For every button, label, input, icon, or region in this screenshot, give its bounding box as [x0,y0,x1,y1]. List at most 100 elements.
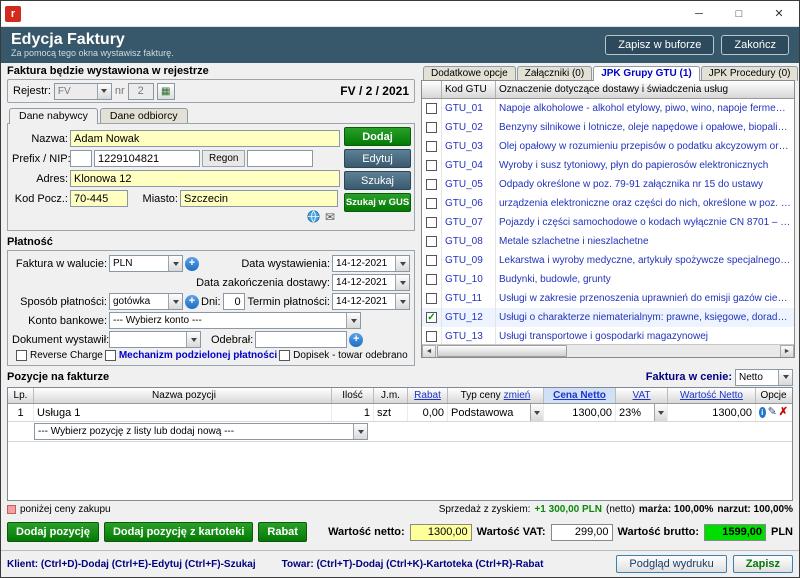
szukaj-gus-button[interactable]: Szukaj w GUS [344,193,411,212]
chevron-down-icon [168,294,182,309]
gtu-row-gtu-04[interactable]: GTU_04Wyroby i susz tytoniowy, płyn do p… [422,156,794,175]
finish-button[interactable]: Zakończ [721,35,789,55]
gtu-row-gtu-03[interactable]: GTU_03Olej opałowy w rozumieniu przepisó… [422,137,794,156]
tab-jpk-grupy-gtu-1[interactable]: JPK Grupy GTU (1) [593,66,700,81]
col-cena-netto-link[interactable]: Cena Netto [544,388,616,403]
edit-icon[interactable]: ✎ [768,407,777,418]
gtu-row-gtu-07[interactable]: GTU_07Pojazdy i części samochodowe o kod… [422,213,794,232]
item-qty[interactable]: 1 [332,404,374,421]
col-vat-link[interactable]: VAT [616,388,668,403]
due-date-picker[interactable]: 14-12-2021 [332,293,410,310]
scrollbar-thumb[interactable] [437,345,567,357]
nazwa-input[interactable] [70,130,340,147]
col-wartosc-netto-link[interactable]: Wartość Netto [668,388,756,403]
register-list-icon[interactable]: ▦ [157,83,175,100]
issue-date-picker[interactable]: 14-12-2021 [332,255,410,272]
save-buffer-button[interactable]: Zapisz w buforze [605,35,714,55]
bank-account-combo[interactable]: --- Wybierz konto --- [109,312,361,329]
gtu-row-gtu-09[interactable]: GTU_09Lekarstwa i wyroby medyczne, artyk… [422,251,794,270]
add-item-button[interactable]: Dodaj pozycję [7,522,99,542]
dodaj-button[interactable]: Dodaj [344,127,411,146]
tab-dane-nabywcy[interactable]: Dane nabywcy [9,108,98,124]
gtu-checkbox[interactable] [422,232,442,251]
item-price-type-combo[interactable]: Podstawowa [448,404,544,421]
add-receiver-button[interactable]: + [349,333,363,347]
gtu-checkbox[interactable] [422,118,442,137]
gtu-horizontal-scrollbar[interactable]: ◄ ► [422,344,794,357]
currency-combo[interactable]: PLN [109,255,183,272]
gtu-row-gtu-11[interactable]: GTU_11Usługi w zakresie przenoszenia upr… [422,289,794,308]
gtu-checkbox[interactable] [422,251,442,270]
receiver-input[interactable] [255,331,347,348]
delivery-end-picker[interactable]: 14-12-2021 [332,274,410,291]
gtu-row-gtu-02[interactable]: GTU_02Benzyny silnikowe i lotnicze, olej… [422,118,794,137]
add-payment-method-button[interactable]: + [185,295,199,309]
gtu-row-gtu-08[interactable]: GTU_08Metale szlachetne i nieszlachetne [422,232,794,251]
gtu-checkbox[interactable] [422,156,442,175]
gtu-row-gtu-12[interactable]: ✓GTU_12Usługi o charakterze niematerialn… [422,308,794,327]
edytuj-button[interactable]: Edytuj [344,149,411,168]
days-input[interactable] [223,293,245,310]
add-item-combo[interactable]: --- Wybierz pozycję z listy lub dodaj no… [34,423,368,440]
scroll-right-icon[interactable]: ► [780,345,794,358]
add-from-catalog-button[interactable]: Dodaj pozycję z kartoteki [104,522,253,542]
save-button[interactable]: Zapisz [733,555,793,573]
maximize-icon[interactable]: □ [719,1,759,26]
info-icon[interactable]: i [759,407,766,418]
miasto-input[interactable] [180,190,338,207]
reverse-charge-checkbox[interactable]: Reverse Charge [16,350,103,361]
items-table: Lp. Nazwa pozycji Ilość J.m. Rabat Typ c… [7,387,793,501]
tab-za-czniki-0[interactable]: Załączniki (0) [517,66,592,81]
payment-method-combo[interactable]: gotówka [109,293,183,310]
gtu-checkbox[interactable] [422,194,442,213]
gtu-checkbox[interactable] [422,289,442,308]
gtu-row-gtu-01[interactable]: GTU_01Napoje alkoholowe - alkohol etylow… [422,99,794,118]
invoice-nr-input[interactable] [128,83,154,100]
tab-jpk-procedury-0[interactable]: JPK Procedury (0) [701,66,799,81]
invoice-item-row[interactable]: 1 Usługa 1 1 szt 0,00 Podstawowa 1300,00… [8,404,792,422]
split-payment-checkbox[interactable]: Mechanizm podzielonej płatności [105,350,277,361]
gtu-checkbox[interactable] [422,99,442,118]
col-rabat-link[interactable]: Rabat [408,388,448,403]
regon-label[interactable]: Regon [202,150,245,167]
scroll-left-icon[interactable]: ◄ [422,345,436,358]
gtu-code: GTU_05 [442,175,496,194]
gtu-row-gtu-10[interactable]: GTU_10Budynki, budowle, grunty [422,270,794,289]
print-preview-button[interactable]: Podgląd wydruku [616,555,726,573]
regon-input[interactable] [247,150,313,167]
minimize-icon[interactable]: ─ [679,1,719,26]
tab-dane-odbiorcy[interactable]: Dane odbiorcy [100,108,188,124]
szukaj-button[interactable]: Szukaj [344,171,411,190]
gtu-description: urządzenia elektroniczne oraz części do … [496,198,794,209]
register-groupbox: Rejestr: FV nr ▦ FV / 2 / 2021 [7,79,415,103]
gtu-row-gtu-06[interactable]: GTU_06urządzenia elektroniczne oraz częś… [422,194,794,213]
netto-total-label: Wartość netto: [328,526,405,538]
prefix-input[interactable] [70,150,92,167]
adres-input[interactable] [70,170,340,187]
rabat-button[interactable]: Rabat [258,522,307,542]
register-combo[interactable]: FV [54,83,112,100]
change-price-type-link[interactable]: zmień [504,390,531,401]
price-mode-combo[interactable]: Netto [735,369,793,386]
goods-received-checkbox[interactable]: Dopisek - towar odebrano [279,350,408,361]
gtu-checkbox[interactable] [422,175,442,194]
email-icon[interactable]: ✉ [325,211,335,223]
gtu-row-gtu-05[interactable]: GTU_05Odpady określone w poz. 79-91 załą… [422,175,794,194]
gtu-checkbox[interactable]: ✓ [422,308,442,327]
delete-icon[interactable]: ✗ [779,407,788,418]
close-icon[interactable]: ✕ [759,1,799,26]
item-rabat[interactable]: 0,00 [408,404,448,421]
gtu-checkbox[interactable] [422,270,442,289]
kod-pocztowy-input[interactable] [70,190,128,207]
scrollbar-track[interactable] [436,345,780,358]
nip-input[interactable] [94,150,200,167]
gtu-checkbox[interactable] [422,137,442,156]
add-currency-button[interactable]: + [185,257,199,271]
issuer-combo[interactable] [109,331,201,348]
item-vat-combo[interactable]: 23% [616,404,668,421]
gtu-checkbox[interactable] [422,213,442,232]
globe-icon[interactable] [307,210,320,223]
delivery-end-label: Data zakończenia dostawy: [196,277,330,289]
tab-dodatkowe-opcje[interactable]: Dodatkowe opcje [423,66,516,81]
item-cena-netto[interactable]: 1300,00 [544,404,616,421]
